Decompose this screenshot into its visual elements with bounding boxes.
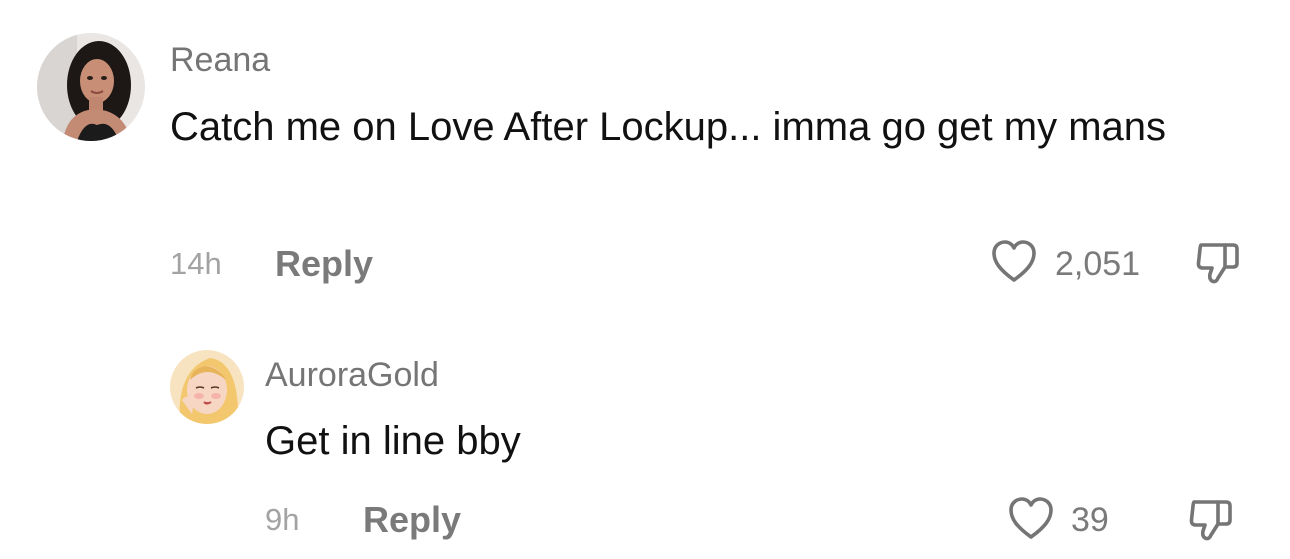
comment-text: Catch me on Love After Lockup... imma go… — [170, 105, 1167, 149]
like-count: 2,051 — [1055, 245, 1141, 283]
like-count: 39 — [1071, 501, 1109, 539]
thumbs-down-icon — [1188, 495, 1234, 545]
heart-outline-icon — [990, 238, 1038, 284]
thumbs-down-icon — [1195, 238, 1241, 288]
comment-timestamp: 14h — [170, 246, 222, 281]
dislike-button[interactable] — [1188, 495, 1234, 545]
like-button[interactable] — [990, 238, 1038, 284]
avatar[interactable] — [170, 350, 244, 424]
avatar-image — [170, 350, 244, 424]
heart-outline-icon — [1007, 495, 1055, 541]
avatar-image — [37, 33, 145, 141]
dislike-button[interactable] — [1195, 238, 1241, 288]
comment-username[interactable]: AuroraGold — [265, 355, 439, 395]
reply-button[interactable]: Reply — [275, 244, 373, 284]
like-button[interactable] — [1007, 495, 1055, 541]
reply-button[interactable]: Reply — [363, 500, 461, 540]
avatar[interactable] — [37, 33, 145, 141]
comment-text: Get in line bby — [265, 419, 521, 463]
comment-username[interactable]: Reana — [170, 40, 270, 80]
comment-timestamp: 9h — [265, 502, 300, 537]
